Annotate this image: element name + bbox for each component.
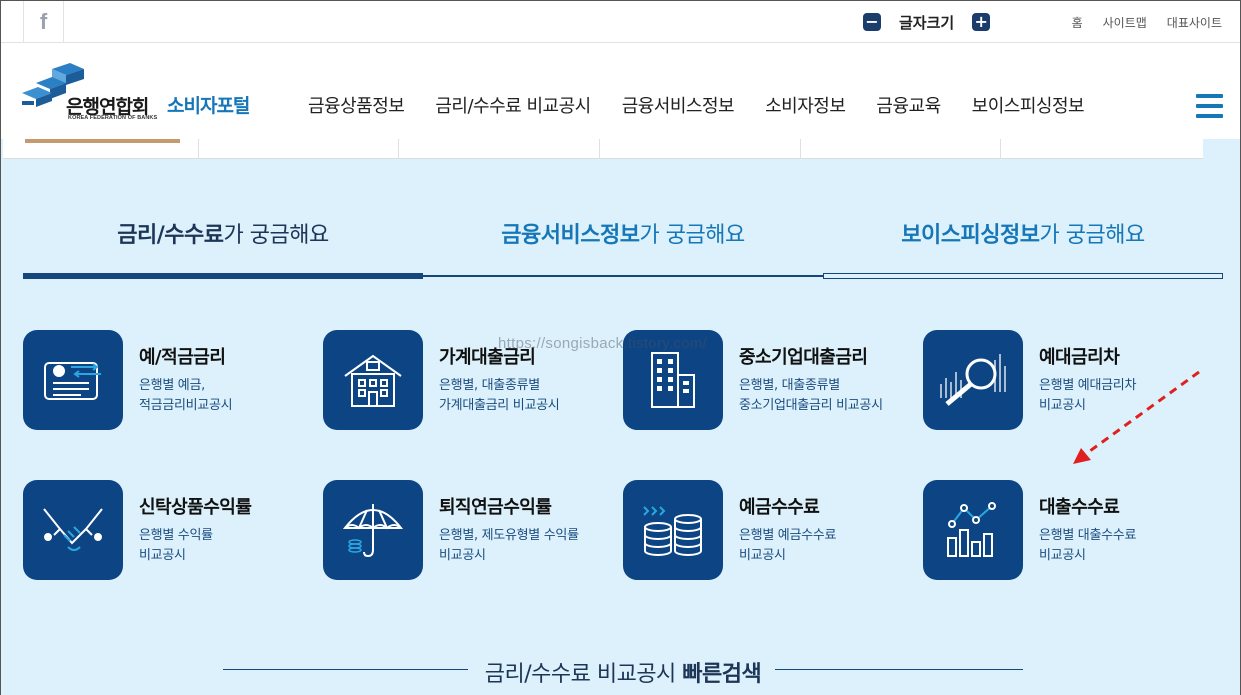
font-increase-button[interactable]: + (972, 13, 991, 31)
coins-icon (623, 480, 723, 580)
topic-tabs: 금리/수수료가 궁금해요 금융서비스정보가 궁금해요 보이스피싱정보가 궁금해요 (23, 217, 1223, 280)
consumer-portal-title: 소비자포털 (167, 95, 250, 117)
handshake-icon (23, 480, 123, 580)
nav-consumer-info[interactable]: 소비자정보 (765, 92, 846, 118)
bar-chart-icon (923, 480, 1023, 580)
font-decrease-button[interactable]: − (863, 13, 881, 31)
nav-financial-services[interactable]: 금융서비스정보 (622, 92, 735, 118)
sitemap-link[interactable]: 사이트맵 (1103, 14, 1147, 31)
site-header: 은행연합회 KOREA FEDERATION OF BANKS 소비자포털 금융… (1, 43, 1240, 139)
top-utility-bar: f − 글자크기 + 홈 사이트맵 대표사이트 (1, 1, 1240, 43)
blog-watermark: https://songisback.tistory.com/ (498, 335, 708, 352)
mega-menu-strip (3, 139, 1203, 159)
tile-description: 은행별 수익률 비교공시 (139, 528, 213, 563)
magnifier-chart-icon (923, 330, 1023, 430)
tile-title: 신탁상품수익률 (139, 497, 252, 518)
tab-financial-services[interactable]: 금융서비스정보가 궁금해요 (423, 217, 823, 280)
house-icon (323, 330, 423, 430)
tile-description: 은행별, 대출종류별 중소기업대출금리 비교공시 (739, 378, 883, 413)
tile-description: 은행별 예금, 적금금리비교공시 (139, 378, 233, 413)
annotation-arrow-icon (1073, 370, 1200, 464)
home-link[interactable]: 홈 (1072, 14, 1083, 31)
utility-links: 홈 사이트맵 대표사이트 (1072, 14, 1222, 31)
quick-search-title: 금리/수수료 비교공시 빠른검색 (223, 656, 1023, 688)
tile-trust-return[interactable]: 신탁상품수익률 은행별 수익률 비교공시 (23, 480, 323, 580)
tile-title: 중소기업대출금리 (739, 347, 868, 368)
nav-financial-products[interactable]: 금융상품정보 (308, 92, 405, 118)
logo-english-text: KOREA FEDERATION OF BANKS (68, 115, 158, 121)
main-nav: 금융상품정보 금리/수수료 비교공시 금융서비스정보 소비자정보 금융교육 보이… (308, 92, 1115, 118)
tile-title: 퇴직연금수익률 (439, 497, 552, 518)
tab-underline-outline (823, 273, 1223, 279)
font-size-label: 글자크기 (899, 13, 955, 32)
main-site-link[interactable]: 대표사이트 (1167, 14, 1222, 31)
tile-description: 은행별, 제도유형별 수익률 비교공시 (439, 528, 579, 563)
tab-financial-services-rest: 가 궁금해요 (639, 223, 745, 248)
facebook-icon[interactable]: f (23, 1, 64, 43)
tab-underline (423, 275, 823, 277)
menu-icon[interactable] (1196, 94, 1223, 118)
tab-active-underline (23, 273, 423, 279)
tile-pension-return[interactable]: 퇴직연금수익률 은행별, 제도유형별 수익률 비교공시 (323, 480, 623, 580)
tab-financial-services-em: 금융서비스정보 (501, 223, 640, 248)
tile-title: 예금수수료 (739, 497, 820, 518)
tab-voice-phishing-rest: 가 궁금해요 (1039, 223, 1145, 248)
tile-description: 은행별, 대출종류별 가계대출금리 비교공시 (439, 378, 560, 413)
tile-deposit-savings-rate[interactable]: 예/적금금리 은행별 예금, 적금금리비교공시 (23, 330, 323, 430)
tile-description: 은행별 예금수수료 비교공시 (739, 528, 837, 563)
tile-description: 은행별 대출수수료 비교공시 (1039, 528, 1137, 563)
quick-search-heading: 금리/수수료 비교공시 빠른검색 (223, 656, 1023, 688)
nav-rate-fee-comparison[interactable]: 금리/수수료 비교공시 (435, 92, 591, 118)
umbrella-icon (323, 480, 423, 580)
nav-voice-phishing[interactable]: 보이스피싱정보 (972, 92, 1085, 118)
tile-title: 대출수수료 (1039, 497, 1120, 518)
tab-rates-fees-em: 금리/수수료 (117, 223, 224, 248)
quick-search-title-rest: 금리/수수료 비교공시 (484, 662, 683, 687)
tab-voice-phishing[interactable]: 보이스피싱정보가 궁금해요 (823, 217, 1223, 280)
main-content: 금리/수수료가 궁금해요 금융서비스정보가 궁금해요 보이스피싱정보가 궁금해요… (1, 139, 1240, 695)
font-size-control: − 글자크기 + (863, 12, 991, 32)
tab-rates-fees[interactable]: 금리/수수료가 궁금해요 (23, 217, 423, 280)
quick-search-title-em: 빠른검색 (682, 662, 762, 687)
tile-deposit-fee[interactable]: 예금수수료 은행별 예금수수료 비교공시 (623, 480, 923, 580)
tab-rates-fees-rest: 가 궁금해요 (223, 223, 330, 248)
site-logo[interactable]: 은행연합회 KOREA FEDERATION OF BANKS 소비자포털 (22, 61, 272, 123)
savings-card-icon (23, 330, 123, 430)
tile-loan-fee[interactable]: 대출수수료 은행별 대출수수료 비교공시 (923, 480, 1223, 580)
tab-voice-phishing-em: 보이스피싱정보 (901, 223, 1040, 248)
nav-financial-education[interactable]: 금융교육 (876, 92, 941, 118)
tile-title: 예/적금금리 (139, 347, 226, 368)
